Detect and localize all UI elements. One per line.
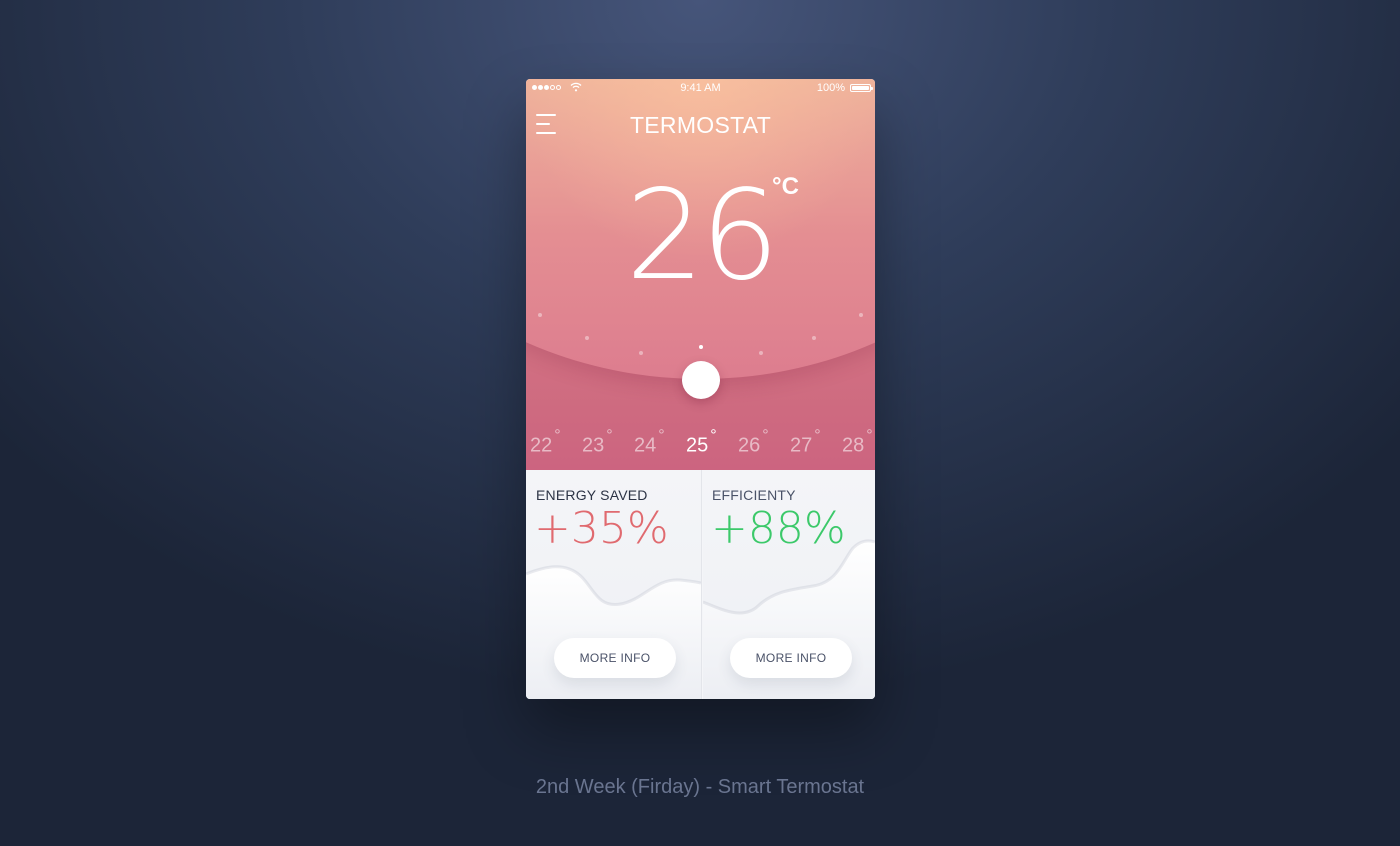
temperature-dial-knob[interactable] — [682, 361, 720, 399]
thermostat-hero: 9:41 AM 100% TERMOSTAT 26 °C 22 ° 23 ° 24 °… — [526, 79, 875, 470]
dial-tick-active — [699, 345, 703, 349]
battery-icon — [850, 84, 873, 92]
current-temperature: 26 — [625, 164, 780, 308]
dial-tick — [812, 336, 816, 340]
efficiency-card: EFFICIENTY +88% MORE INFO — [703, 470, 875, 699]
page-title: TERMOSTAT — [629, 112, 772, 138]
energy-saved-card: ENERGY SAVED +35% MORE INFO — [526, 470, 702, 699]
dial-tick — [585, 336, 589, 340]
dial-tick — [639, 351, 643, 355]
efficiency-value: +88% — [711, 503, 846, 554]
phone-screen: 9:41 AM 100% TERMOSTAT 26 °C 22 ° 23 ° 24 °… — [526, 79, 875, 699]
temperature-unit: °C — [772, 173, 799, 200]
status-bar: 9:41 AM 100% — [526, 79, 875, 99]
caption-text: 2nd Week (Firday) - Smart Termostat — [535, 776, 865, 798]
efficiency-more-info-button[interactable]: MORE INFO — [730, 638, 852, 678]
energy-saved-value: +35% — [534, 503, 669, 554]
energy-saved-label: ENERGY SAVED — [536, 487, 648, 503]
energy-more-info-button[interactable]: MORE INFO — [554, 638, 676, 678]
dial-tick — [859, 313, 863, 317]
battery-percentage: 100% — [816, 82, 845, 94]
scale-option[interactable]: 28 ° — [842, 427, 873, 458]
temperature-scale: 22 ° 23 ° 24 ° 25 ° 26 ° 27 ° 28 ° — [526, 427, 875, 461]
dial-tick — [538, 313, 542, 317]
scale-option[interactable]: 23 ° — [582, 427, 613, 458]
scale-option[interactable]: 22 ° — [530, 427, 561, 458]
scale-option[interactable]: 27 ° — [790, 427, 821, 458]
scale-option[interactable]: 26 ° — [738, 427, 769, 458]
scale-option[interactable]: 24 ° — [634, 427, 665, 458]
stats-cards: ENERGY SAVED +35% MORE INFO EFFICIENTY +… — [526, 470, 875, 699]
dial-tick — [759, 351, 763, 355]
scale-option-selected[interactable]: 25 ° — [686, 427, 717, 458]
efficiency-label: EFFICIENTY — [712, 487, 796, 503]
